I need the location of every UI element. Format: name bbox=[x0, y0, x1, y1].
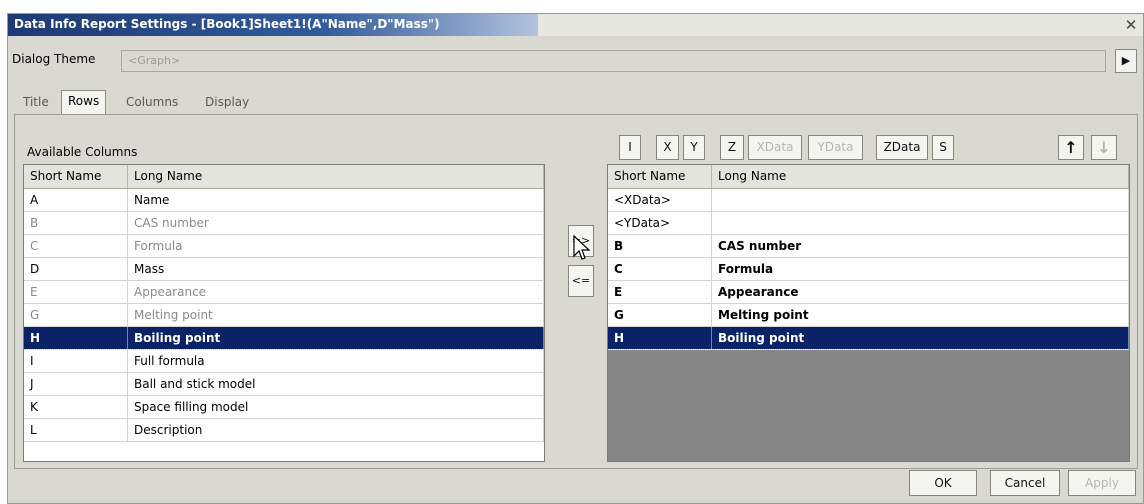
table-row[interactable]: I Full formula bbox=[24, 350, 544, 373]
tab-rows[interactable]: Rows bbox=[61, 90, 107, 114]
cell-long: Melting point bbox=[712, 304, 1129, 326]
header-short-name[interactable]: Short Name bbox=[608, 165, 712, 188]
tab-title[interactable]: Title bbox=[17, 92, 55, 114]
cell-long: Appearance bbox=[128, 281, 544, 303]
play-right-icon[interactable]: ▶ bbox=[1115, 49, 1137, 73]
cell-short: C bbox=[24, 235, 128, 257]
table-row[interactable]: <XData> bbox=[608, 189, 1129, 212]
toolbar-y-button[interactable]: Y bbox=[683, 135, 705, 160]
cell-short: B bbox=[24, 212, 128, 234]
toolbar-xdata-button[interactable]: XData bbox=[748, 135, 802, 160]
toolbar-i-button[interactable]: I bbox=[619, 135, 641, 160]
available-columns-grid: Short Name Long Name A Name B CAS number… bbox=[23, 164, 545, 462]
cell-short: K bbox=[24, 396, 128, 418]
cell-short: G bbox=[608, 304, 712, 326]
table-row[interactable]: E Appearance bbox=[24, 281, 544, 304]
cell-long bbox=[712, 189, 1129, 211]
arrow-up-icon[interactable]: ↑ bbox=[1058, 135, 1084, 160]
cell-long: Description bbox=[128, 419, 544, 441]
cell-short: D bbox=[24, 258, 128, 280]
remove-column-button[interactable]: <= bbox=[568, 265, 594, 297]
cell-short: B bbox=[608, 235, 712, 257]
selected-rows: <XData> <YData> B CAS number C Formula E bbox=[608, 189, 1129, 350]
cell-long: Mass bbox=[128, 258, 544, 280]
cell-short: <XData> bbox=[608, 189, 712, 211]
titlebar-background bbox=[538, 14, 1143, 36]
table-row[interactable]: J Ball and stick model bbox=[24, 373, 544, 396]
table-row[interactable]: C Formula bbox=[24, 235, 544, 258]
grid-header: Short Name Long Name bbox=[608, 165, 1129, 189]
table-row[interactable]: B CAS number bbox=[608, 235, 1129, 258]
toolbar-z-button[interactable]: Z bbox=[720, 135, 744, 160]
arrow-down-icon[interactable]: ↓ bbox=[1091, 135, 1117, 160]
table-row[interactable]: G Melting point bbox=[24, 304, 544, 327]
toolbar-x-button[interactable]: X bbox=[656, 135, 679, 160]
table-row[interactable]: A Name bbox=[24, 189, 544, 212]
table-row-selected[interactable]: H Boiling point bbox=[608, 327, 1129, 350]
cancel-button[interactable]: Cancel bbox=[990, 470, 1060, 496]
table-row[interactable]: E Appearance bbox=[608, 281, 1129, 304]
table-row[interactable]: B CAS number bbox=[24, 212, 544, 235]
cell-short: H bbox=[24, 327, 128, 349]
tab-display[interactable]: Display bbox=[199, 92, 255, 114]
cell-long: Formula bbox=[128, 235, 544, 257]
cell-short: C bbox=[608, 258, 712, 280]
header-short-name[interactable]: Short Name bbox=[24, 165, 128, 188]
table-row[interactable]: L Description bbox=[24, 419, 544, 442]
header-long-name[interactable]: Long Name bbox=[712, 165, 1129, 188]
cell-long: Name bbox=[128, 189, 544, 211]
cell-short: G bbox=[24, 304, 128, 326]
cell-long bbox=[712, 212, 1129, 234]
cell-short: <YData> bbox=[608, 212, 712, 234]
ok-button[interactable]: OK bbox=[909, 470, 977, 496]
table-row-selected[interactable]: H Boiling point bbox=[24, 327, 544, 350]
cell-long: Melting point bbox=[128, 304, 544, 326]
tab-columns[interactable]: Columns bbox=[120, 92, 184, 114]
table-row[interactable]: G Melting point bbox=[608, 304, 1129, 327]
table-row[interactable]: <YData> bbox=[608, 212, 1129, 235]
table-row[interactable]: K Space filling model bbox=[24, 396, 544, 419]
header-long-name[interactable]: Long Name bbox=[128, 165, 544, 188]
dialog-theme-label: Dialog Theme bbox=[12, 52, 96, 66]
cell-long: Formula bbox=[712, 258, 1129, 280]
cell-short: E bbox=[608, 281, 712, 303]
cell-short: E bbox=[24, 281, 128, 303]
available-columns-label: Available Columns bbox=[27, 145, 138, 159]
cell-long: Appearance bbox=[712, 281, 1129, 303]
dialog-theme-field[interactable]: <Graph> bbox=[121, 50, 1106, 72]
selected-columns-grid: Short Name Long Name <XData> <YData> B C… bbox=[607, 164, 1130, 462]
table-row[interactable]: C Formula bbox=[608, 258, 1129, 281]
cell-long: Boiling point bbox=[712, 327, 1129, 349]
cell-long: CAS number bbox=[128, 212, 544, 234]
toolbar-zdata-button[interactable]: ZData bbox=[876, 135, 928, 160]
table-row[interactable]: D Mass bbox=[24, 258, 544, 281]
cell-short: J bbox=[24, 373, 128, 395]
cell-long: Full formula bbox=[128, 350, 544, 372]
cell-short: I bbox=[24, 350, 128, 372]
cell-short: H bbox=[608, 327, 712, 349]
cell-long: CAS number bbox=[712, 235, 1129, 257]
apply-button[interactable]: Apply bbox=[1068, 470, 1136, 496]
cell-short: A bbox=[24, 189, 128, 211]
dialog-title: Data Info Report Settings - [Book1]Sheet… bbox=[8, 14, 538, 36]
cell-long: Space filling model bbox=[128, 396, 544, 418]
cell-long: Boiling point bbox=[128, 327, 544, 349]
toolbar-ydata-button[interactable]: YData bbox=[808, 135, 863, 160]
close-icon[interactable]: ✕ bbox=[1121, 16, 1141, 34]
cell-long: Ball and stick model bbox=[128, 373, 544, 395]
mouse-pointer-icon bbox=[573, 235, 591, 260]
cell-short: L bbox=[24, 419, 128, 441]
rows-panel: Available Columns Short Name Long Name A… bbox=[14, 114, 1138, 469]
toolbar-s-button[interactable]: S bbox=[932, 135, 954, 160]
grid-header: Short Name Long Name bbox=[24, 165, 544, 189]
